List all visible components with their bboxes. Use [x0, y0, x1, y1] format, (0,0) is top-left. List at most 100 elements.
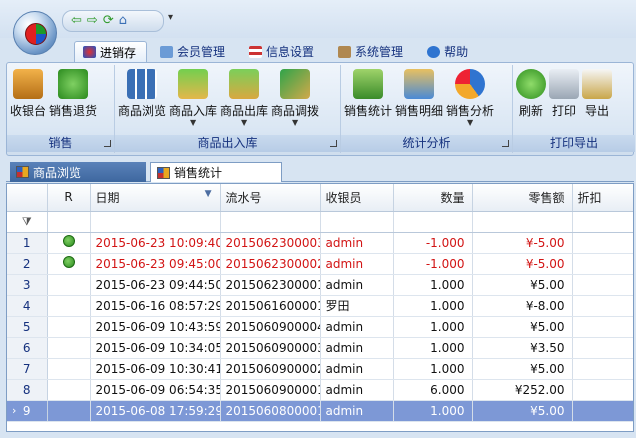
serial-cell: 2015061600001 [220, 295, 321, 317]
stock-out-button[interactable]: 商品出库 ▼ [219, 65, 269, 133]
sales-stats-button[interactable]: 销售统计 [343, 65, 393, 133]
discount-cell [572, 316, 633, 338]
amount-cell: ¥252.00 [472, 379, 573, 401]
button-label: 商品浏览 [118, 104, 167, 118]
discount-cell [572, 358, 633, 380]
qat-dropdown[interactable]: ▾ [168, 12, 173, 23]
refund-cell [47, 253, 91, 275]
table-row[interactable]: 4 2015-06-16 08:57:29 2015061600001 罗田 1.000… [7, 295, 633, 317]
table-row[interactable]: 6 2015-06-09 10:34:05 2015060900003 admin 1.… [7, 337, 633, 359]
row-index: 6 [7, 337, 48, 359]
print-button[interactable]: 打印 [548, 65, 580, 133]
product-grid-icon [127, 69, 157, 99]
sales-detail-button[interactable]: 销售明细 [394, 65, 444, 133]
dialog-launcher-icon[interactable] [104, 140, 111, 147]
tab-system[interactable]: 系统管理 [329, 41, 414, 62]
serial-cell: 2015060900004 [220, 316, 321, 338]
app-window: ⇦ ⇨ ⟳ ⌂ ▾ 进销存 会员管理 信息设置 系统管理 帮助 收银台 销售退货… [0, 0, 636, 438]
refresh-icon [516, 69, 546, 99]
stock-in-button[interactable]: 商品入库 ▼ [168, 65, 218, 133]
col-qty[interactable]: 数量 [393, 184, 473, 212]
doc-tab-label: 商品浏览 [33, 165, 82, 180]
table-row[interactable]: › 9 2015-06-08 17:59:29 2015060800001 admin 1… [7, 400, 633, 422]
tab-jinxiaocun[interactable]: 进销存 [74, 41, 148, 62]
tab-help[interactable]: 帮助 [418, 41, 479, 62]
row-index: 5 [7, 316, 48, 338]
col-cashier[interactable]: 收银员 [320, 184, 394, 212]
filter-cell[interactable] [572, 211, 633, 233]
tab-info-settings[interactable]: 信息设置 [240, 41, 325, 62]
qty-cell: 6.000 [393, 379, 473, 401]
refresh-button[interactable]: 刷新 [515, 65, 547, 133]
tab-member[interactable]: 会员管理 [151, 41, 236, 62]
detail-list-icon [404, 69, 435, 99]
serial-cell: 2015060900002 [220, 358, 321, 380]
qty-cell: -1.000 [393, 232, 473, 254]
printer-icon [549, 69, 579, 99]
table-row[interactable]: 1 2015-06-23 10:09:40 2015062300003 admin -1… [7, 232, 633, 254]
app-orb-icon [25, 23, 47, 45]
table-row[interactable]: 5 2015-06-09 10:43:59 2015060900004 admin 1.… [7, 316, 633, 338]
forward-arrow-icon[interactable]: ⇨ [87, 14, 98, 28]
filter-cell[interactable] [393, 211, 473, 233]
filter-cell[interactable] [472, 211, 573, 233]
table-icon [249, 45, 263, 58]
cash-register-icon [13, 69, 43, 99]
home-icon[interactable]: ⌂ [119, 14, 127, 28]
filter-cell[interactable] [320, 211, 394, 233]
row-index: 4 [7, 295, 48, 317]
table-row[interactable]: 7 2015-06-09 10:30:41 2015060900002 admin 1.… [7, 358, 633, 380]
discount-cell [572, 379, 633, 401]
row-cursor-icon: › [12, 403, 17, 417]
col-date[interactable]: 日期 ▼ [90, 184, 221, 212]
col-r[interactable]: R [47, 184, 91, 212]
sales-return-button[interactable]: 销售退货 [48, 65, 98, 133]
filter-cell[interactable] [220, 211, 321, 233]
export-button[interactable]: 导出 [581, 65, 613, 133]
refund-cell [47, 358, 91, 380]
chart-icon [157, 166, 170, 179]
cashier-button[interactable]: 收银台 [9, 65, 47, 133]
serial-cell: 2015062300002 [220, 253, 321, 275]
doc-tab-product-browse[interactable]: 商品浏览 [10, 162, 146, 182]
filter-indicator: ⧩ [7, 211, 48, 233]
filter-cell[interactable] [90, 211, 221, 233]
discount-cell [572, 400, 633, 422]
tab-label: 系统管理 [355, 45, 404, 59]
filter-cell[interactable] [47, 211, 91, 233]
serial-cell: 2015060800001 [220, 400, 321, 422]
col-amount[interactable]: 零售额 [472, 184, 573, 212]
transfer-button[interactable]: 商品调拨 ▼ [270, 65, 320, 133]
ribbon-panel: 收银台 销售退货 销售 商品浏览 商品入库 ▼ 商品出库 ▼ 商品调拨 ▼ 商品出入库… [6, 62, 635, 156]
date-cell: 2015-06-23 10:09:40 [90, 232, 221, 254]
date-cell: 2015-06-09 06:54:35 [90, 379, 221, 401]
dialog-launcher-icon[interactable] [502, 140, 509, 147]
button-label: 商品出库 [220, 104, 269, 118]
cashier-cell: admin [320, 379, 394, 401]
doc-tab-sales-stats[interactable]: 销售统计 [150, 162, 282, 182]
table-row[interactable]: 8 2015-06-09 06:54:35 2015060900001 admin 6.… [7, 379, 633, 401]
stock-in-icon [178, 69, 209, 99]
chevron-down-icon: ▼ [240, 118, 248, 127]
col-discount[interactable]: 折扣 [572, 184, 633, 212]
sort-desc-icon: ▼ [204, 188, 212, 199]
back-arrow-icon[interactable]: ⇦ [71, 14, 82, 28]
table-row[interactable]: 3 2015-06-23 09:44:50 2015062300001 admin 1.… [7, 274, 633, 296]
app-menu-button[interactable] [13, 11, 57, 55]
ribbon-tab-bar: 进销存 会员管理 信息设置 系统管理 帮助 [74, 41, 479, 62]
table-row[interactable]: 2 2015-06-23 09:45:00 2015062300002 admin -1… [7, 253, 633, 275]
button-label: 导出 [584, 104, 609, 118]
group-label: 打印导出 [513, 135, 635, 152]
dialog-launcher-icon[interactable] [330, 140, 337, 147]
filter-icon[interactable]: ⧩ [22, 215, 32, 228]
discount-cell [572, 253, 633, 275]
discount-cell [572, 295, 633, 317]
serial-cell: 2015062300003 [220, 232, 321, 254]
discount-cell [572, 274, 633, 296]
col-serial[interactable]: 流水号 [220, 184, 321, 212]
sales-analysis-button[interactable]: 销售分析 ▼ [445, 65, 495, 133]
product-browse-button[interactable]: 商品浏览 [117, 65, 167, 133]
refresh-icon[interactable]: ⟳ [103, 14, 114, 28]
refund-cell [47, 400, 91, 422]
button-label: 商品调拨 [271, 104, 320, 118]
